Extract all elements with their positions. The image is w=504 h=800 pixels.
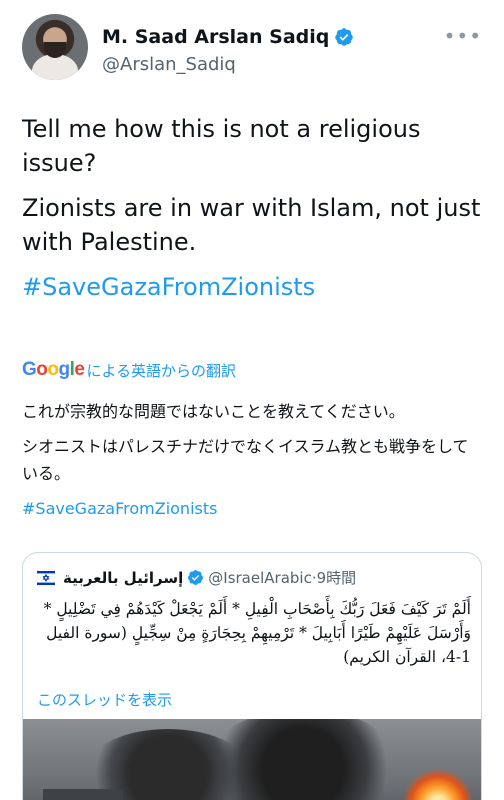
translation-attribution[interactable]: Google による英語からの翻訳 [22,359,236,381]
image-fire [403,769,473,800]
google-letter: e [74,359,85,380]
quoted-tweet-card[interactable]: إسرائيل بالعربية @IsraelArabic · 9時間 أَل… [22,552,482,800]
quoted-tweet-text: أَلَمْ تَرَ كَيْفَ فَعَلَ رَبُّكَ بِأَصْ… [43,600,471,666]
quoted-timestamp[interactable]: 9時間 [317,567,357,588]
quoted-tweet-header: إسرائيل بالعربية @IsraelArabic · 9時間 [37,567,356,588]
image-smoke [203,719,403,800]
author-handle[interactable]: @Arslan_Sadiq [102,54,236,75]
translated-text: これが宗教的な問題ではないことを教えてください。 シオニストはパレスチナだけでな… [22,398,482,530]
image-building [43,789,123,800]
translated-hashtag-link[interactable]: #SaveGazaFromZionists [22,495,482,522]
translated-line: シオニストはパレスチナだけでなくイスラム教とも戦争をしている。 [22,437,469,483]
google-letter: o [36,359,48,380]
show-thread-link[interactable]: このスレッドを表示 [37,689,172,710]
tweet-header: M. Saad Arslan Sadiq @Arslan_Sadiq ••• [22,14,482,84]
more-options-icon[interactable]: ••• [444,24,482,48]
tweet-body: Tell me how this is not a religious issu… [22,112,482,315]
google-logo: Google [22,359,85,381]
tweet-text-line: Tell me how this is not a religious issu… [22,115,421,177]
avatar[interactable] [22,14,88,80]
tweet-text-line: Zionists are in war with Islam, not just… [22,194,481,256]
translation-label[interactable]: による英語からの翻訳 [86,360,236,381]
israel-flag-icon [37,568,55,587]
tweet-hashtag-link[interactable]: #SaveGazaFromZionists [22,270,482,304]
author-name[interactable]: M. Saad Arslan Sadiq [102,26,329,48]
author-name-row[interactable]: M. Saad Arslan Sadiq [102,26,354,48]
quoted-tweet-image[interactable] [23,719,481,800]
google-letter: o [47,359,59,380]
google-letter: g [58,359,71,380]
translated-line: これが宗教的な問題ではないことを教えてください。 [22,402,405,421]
google-letter: G [22,359,37,380]
quoted-author-name[interactable]: إسرائيل بالعربية [63,569,183,587]
verified-badge-icon [335,28,354,46]
quoted-author-handle[interactable]: @IsraelArabic [208,569,312,587]
verified-badge-icon [188,570,204,585]
